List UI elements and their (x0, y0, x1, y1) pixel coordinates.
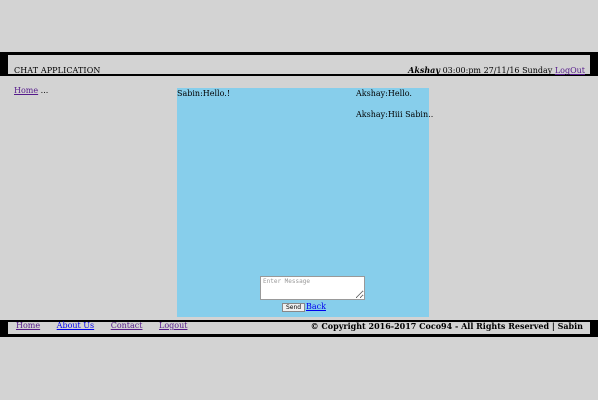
footer-link-contact[interactable]: Contact (111, 321, 143, 330)
header-status: Akshay 03:00:pm 27/11/16 Sunday LogOut (408, 65, 585, 75)
current-user: Akshay (408, 65, 441, 75)
send-button[interactable]: Send (282, 303, 306, 312)
chat-panel: Sabin:Hello.! Akshay:Hello. Akshay:Hiii … (177, 88, 433, 317)
chat-message: Sabin:Hello.! (177, 89, 231, 98)
footer-link-home[interactable]: Home (16, 321, 40, 330)
header-day: Sunday (522, 66, 553, 75)
logout-link[interactable]: LogOut (555, 66, 585, 75)
breadcrumb: Home ... (14, 86, 48, 95)
header-time: 03:00:pm (442, 66, 482, 75)
breadcrumb-home-link[interactable]: Home (14, 86, 38, 95)
footer-link-about[interactable]: About Us (57, 321, 94, 330)
back-link[interactable]: Back (306, 302, 326, 311)
header-date: 27/11/16 (483, 66, 520, 75)
chat-message: Akshay:Hello. (356, 89, 412, 98)
breadcrumb-suffix: ... (40, 86, 49, 95)
message-input[interactable] (260, 276, 365, 300)
chat-message: Akshay:Hiii Sabin.. (356, 110, 434, 119)
footer-link-logout[interactable]: Logout (159, 321, 187, 330)
footer-nav: Home About Us Contact Logout (16, 321, 201, 330)
app-title: CHAT APPLICATION (14, 66, 101, 75)
copyright-text: © Copyright 2016-2017 Coco94 - All Right… (310, 321, 583, 331)
